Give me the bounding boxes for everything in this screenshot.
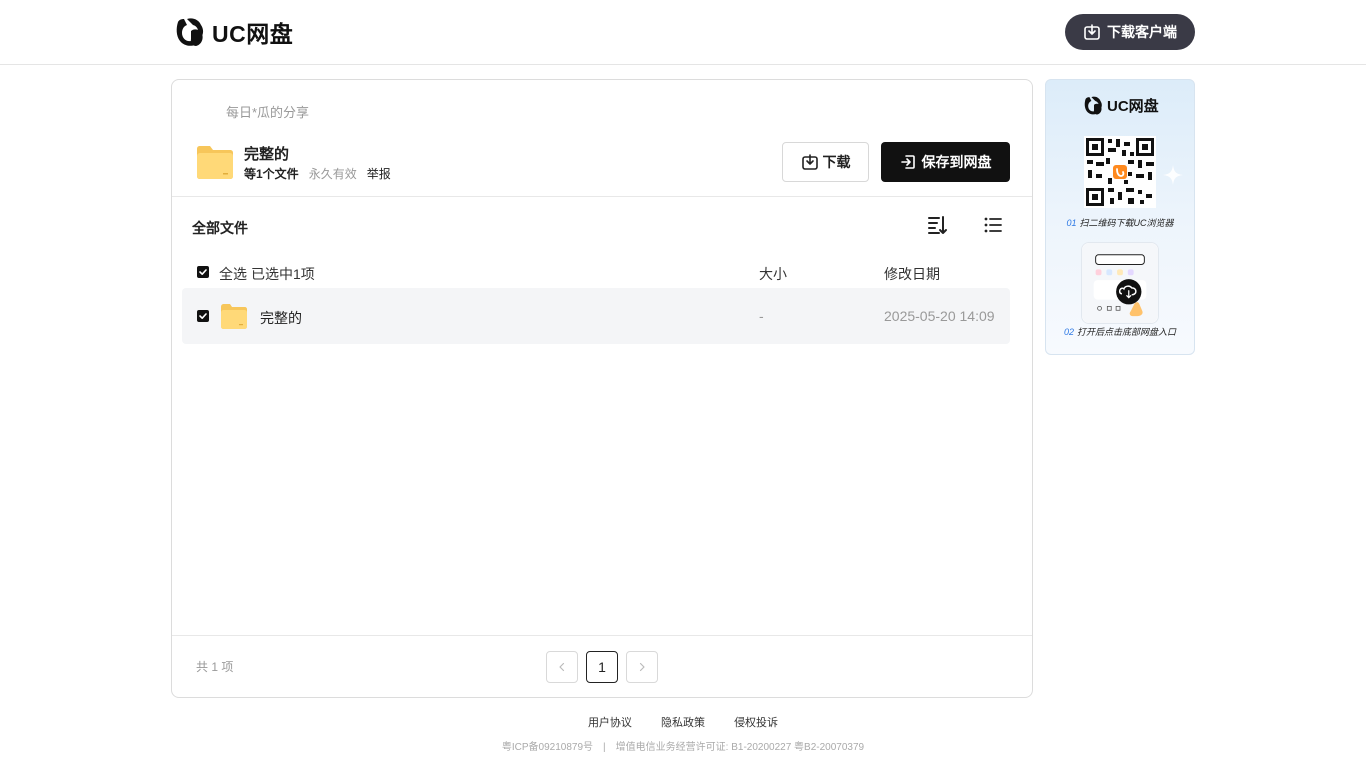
next-page-button[interactable] [626, 651, 658, 683]
selected-count: 已选中1项 [251, 266, 315, 282]
promo-step-1: 01 扫二维码下载UC浏览器 [1046, 216, 1194, 229]
column-size: 大小 [759, 266, 787, 282]
footer-link-privacy-policy[interactable]: 隐私政策 [661, 717, 705, 729]
top-bar: UC网盘 下载客户端 [0, 0, 1366, 65]
download-icon [801, 154, 818, 170]
validity-text: 永久有效 [308, 167, 357, 181]
file-count: 等1个文件 [244, 167, 299, 181]
sharer-name: 每日*瓜的分享 [226, 105, 310, 120]
sort-icon[interactable] [926, 214, 948, 236]
checkbox-check-icon [199, 313, 207, 319]
footer-icp: 粤ICP备09210879号 | 增值电信业务经营许可证: B1-20200227 … [0, 738, 1366, 753]
folder-icon [197, 146, 233, 179]
folder-icon [221, 304, 247, 329]
footer-separator: | [603, 742, 606, 753]
app-promo-panel[interactable]: UC网盘 01 扫二维码下载UC浏览器 02 打开后点击底部网盘入口 [1045, 79, 1195, 355]
step-2-text: 打开后点击底部网盘入口 [1077, 327, 1177, 337]
all-files-title: 全部文件 [192, 220, 248, 236]
logo-text: UC网盘 [212, 21, 294, 47]
chevron-right-icon [639, 662, 645, 672]
report-link[interactable]: 举报 [367, 165, 391, 182]
download-client-button[interactable]: 下载客户端 [1065, 14, 1195, 50]
select-all-checkbox[interactable] [197, 266, 209, 278]
save-label: 保存到网盘 [921, 154, 992, 170]
page-number-button[interactable]: 1 [586, 651, 618, 683]
select-all-label[interactable]: 全选 [219, 264, 247, 284]
phone-illustration [1081, 242, 1159, 324]
step-1-number: 01 [1066, 218, 1077, 228]
table-row[interactable]: 完整的 - 2025-05-20 14:09 [182, 288, 1010, 344]
row-checkbox[interactable] [197, 310, 209, 322]
file-size: - [759, 308, 764, 324]
step-2-number: 02 [1063, 327, 1074, 337]
total-count: 共 1 项 [196, 660, 234, 674]
column-date: 修改日期 [884, 266, 940, 282]
uc-logo[interactable]: UC网盘 [174, 16, 293, 48]
uc-logo-icon [1084, 96, 1102, 115]
save-icon [900, 155, 915, 169]
icp-number[interactable]: 粤ICP备09210879号 [502, 742, 593, 753]
download-client-label: 下载客户端 [1107, 24, 1177, 40]
divider [172, 635, 1032, 636]
share-meta: 等1个文件 永久有效 举报 [244, 165, 391, 182]
list-view-icon[interactable] [982, 214, 1004, 236]
file-date: 2025-05-20 14:09 [884, 308, 995, 324]
share-title: 完整的 [244, 146, 290, 163]
uc-logo-icon [176, 18, 204, 46]
footer-links: 用户协议 隐私政策 侵权投诉 [0, 714, 1366, 730]
download-label: 下载 [822, 154, 851, 170]
share-panel: 每日*瓜的分享 完整的 等1个文件 永久有效 举报 下载 保存到网盘 全部文件 [171, 79, 1033, 698]
license-text: 增值电信业务经营许可证: B1-20200227 粤B2-20070379 [615, 742, 865, 753]
step-1-text: 扫二维码下载UC浏览器 [1079, 218, 1174, 228]
checkbox-check-icon [199, 269, 207, 275]
file-name[interactable]: 完整的 [260, 308, 302, 328]
promo-logo: UC网盘 [1083, 95, 1159, 116]
download-button[interactable]: 下载 [782, 142, 869, 182]
chevron-left-icon [559, 662, 565, 672]
footer-link-user-agreement[interactable]: 用户协议 [588, 717, 632, 729]
prev-page-button[interactable] [546, 651, 578, 683]
table-header: 全选 已选中1项 大小 修改日期 [182, 256, 1010, 288]
qr-code-icon [1084, 136, 1156, 208]
promo-step-2: 02 打开后点击底部网盘入口 [1046, 325, 1194, 338]
promo-logo-text: UC网盘 [1107, 98, 1159, 115]
divider [172, 196, 1032, 197]
footer-link-infringement[interactable]: 侵权投诉 [734, 717, 778, 729]
sparkle-icon [1163, 165, 1183, 185]
download-icon [1084, 24, 1100, 40]
save-to-drive-button[interactable]: 保存到网盘 [881, 142, 1010, 182]
